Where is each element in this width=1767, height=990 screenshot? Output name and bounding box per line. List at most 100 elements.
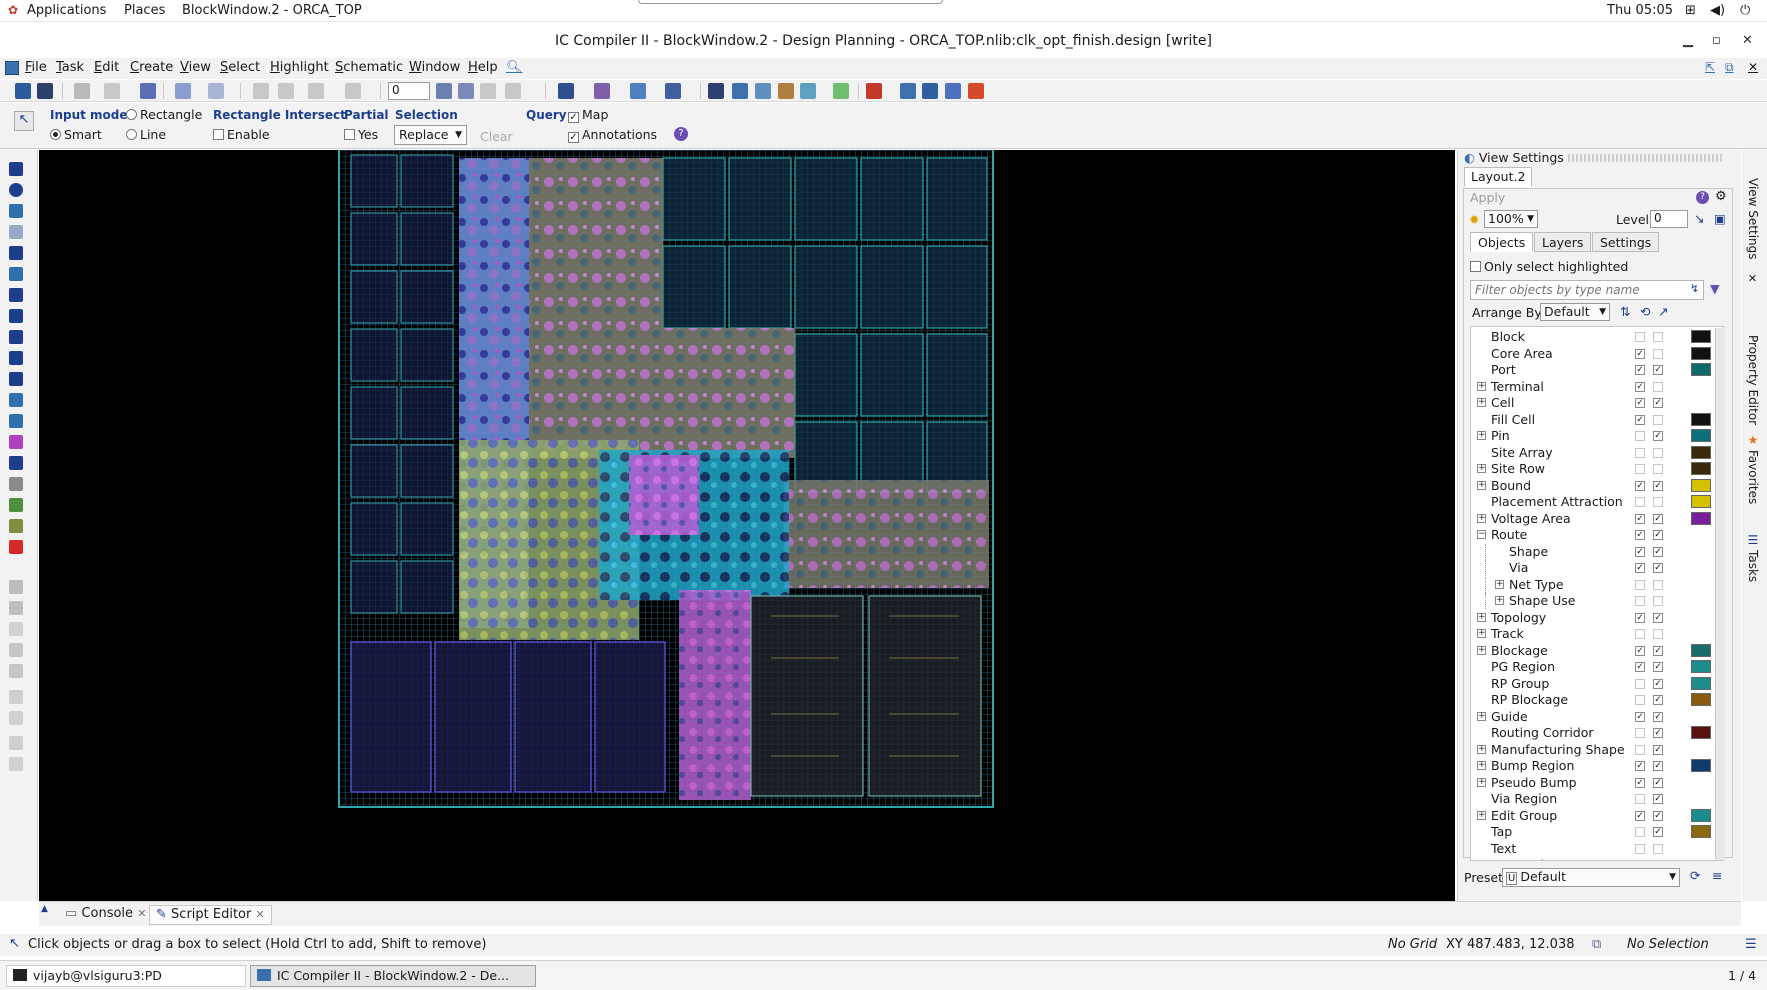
- expand-icon[interactable]: +: [1477, 744, 1486, 754]
- comment-icon[interactable]: [558, 83, 574, 99]
- error-browser-icon[interactable]: [968, 83, 984, 99]
- visible-checkbox[interactable]: [1635, 431, 1645, 441]
- color-swatch[interactable]: [1691, 643, 1711, 657]
- cursor-icon[interactable]: ↘: [1694, 211, 1704, 226]
- selectable-checkbox[interactable]: ✓: [1653, 513, 1663, 524]
- report-icon[interactable]: [900, 83, 916, 99]
- selectable-checkbox[interactable]: [1653, 414, 1663, 425]
- preset-menu-icon[interactable]: ≡: [1712, 868, 1722, 883]
- clear-filter-icon[interactable]: ↯: [1690, 282, 1699, 295]
- tree-row[interactable]: Via Region ✓: [1471, 791, 1721, 807]
- expand-icon[interactable]: +: [1477, 761, 1486, 770]
- color-swatch[interactable]: [1691, 660, 1711, 673]
- selectable-checkbox[interactable]: ✓: [1653, 431, 1663, 441]
- enable-checkbox[interactable]: Enable: [213, 127, 270, 142]
- visible-checkbox[interactable]: ✓: [1635, 662, 1645, 672]
- expand-icon[interactable]: +: [1477, 777, 1486, 787]
- selectable-checkbox[interactable]: ✓: [1653, 530, 1663, 540]
- tree-row[interactable]: + Manufacturing Shape ✓: [1471, 742, 1721, 758]
- expand-icon[interactable]: ↗: [1658, 304, 1668, 319]
- redo-icon[interactable]: [345, 83, 361, 99]
- copy-icon[interactable]: [9, 393, 23, 407]
- menu-select[interactable]: Select: [220, 60, 260, 75]
- visible-checkbox[interactable]: [1635, 843, 1645, 854]
- vtab-property-editor[interactable]: Property Editor: [1746, 335, 1760, 425]
- pencil-icon[interactable]: [9, 643, 23, 657]
- visible-checkbox[interactable]: [1635, 332, 1645, 342]
- tree-row[interactable]: + Net Type: [1471, 576, 1721, 593]
- tree-row[interactable]: + Topology ✓ ✓: [1471, 610, 1721, 626]
- reload-preset-icon[interactable]: ⟳: [1690, 868, 1700, 883]
- rect-select-icon[interactable]: [9, 225, 23, 239]
- network-icon[interactable]: ⊞: [1685, 3, 1696, 18]
- pin-icon[interactable]: [9, 372, 23, 386]
- visible-checkbox[interactable]: ✓: [1635, 480, 1645, 491]
- color-swatch[interactable]: [1691, 726, 1711, 739]
- tree-row[interactable]: + Bound ✓ ✓: [1471, 478, 1721, 494]
- expand-icon[interactable]: +: [1477, 810, 1486, 820]
- selectable-checkbox[interactable]: [1653, 464, 1663, 474]
- visible-checkbox[interactable]: [1635, 447, 1645, 458]
- task-list-icon[interactable]: [945, 83, 961, 99]
- filter-objects-input[interactable]: [1470, 280, 1704, 300]
- filter-icon[interactable]: ▼: [1710, 281, 1720, 296]
- delete-tool-icon[interactable]: [9, 540, 23, 554]
- applications-menu[interactable]: Applications: [27, 3, 106, 18]
- menu-edit[interactable]: Edit: [94, 60, 119, 75]
- brush-icon[interactable]: [9, 664, 23, 678]
- selectable-checkbox[interactable]: ✓: [1653, 645, 1663, 656]
- zoom-in-icon[interactable]: [208, 83, 224, 99]
- menu-highlight[interactable]: Highlight: [270, 60, 329, 75]
- places-menu[interactable]: Places: [124, 3, 165, 18]
- preset-select[interactable]: U Default ▼: [1502, 868, 1680, 887]
- selectable-checkbox[interactable]: [1653, 447, 1663, 458]
- edit-pen-icon[interactable]: [74, 83, 90, 99]
- help-icon[interactable]: ?: [674, 127, 688, 141]
- visible-checkbox[interactable]: ✓: [1635, 860, 1645, 861]
- selectable-checkbox[interactable]: ✓: [1653, 546, 1663, 557]
- tree-row[interactable]: + Site Row: [1471, 461, 1721, 477]
- array-icon[interactable]: [9, 456, 23, 470]
- align-icon[interactable]: [9, 288, 23, 302]
- tree-scrollbar[interactable]: [1715, 328, 1725, 860]
- menu-help[interactable]: Help: [468, 60, 498, 75]
- visible-checkbox[interactable]: ✓: [1635, 365, 1645, 375]
- color-swatch[interactable]: [1691, 478, 1711, 492]
- tree-row[interactable]: Port ✓ ✓: [1471, 362, 1721, 378]
- smart-radio[interactable]: Smart: [50, 127, 102, 142]
- grid-view-icon[interactable]: [732, 83, 748, 99]
- tree-row[interactable]: + Bump Region ✓ ✓: [1471, 758, 1721, 774]
- visible-checkbox[interactable]: ✓: [1635, 711, 1645, 722]
- line-radio[interactable]: Line: [126, 127, 166, 142]
- color-swatch[interactable]: [1691, 346, 1711, 360]
- layers-icon[interactable]: [9, 519, 23, 533]
- select-pointer-icon[interactable]: [9, 162, 23, 176]
- expand-icon[interactable]: +: [1477, 645, 1486, 655]
- selectable-checkbox[interactable]: ✓: [1653, 728, 1663, 738]
- visible-checkbox[interactable]: [1635, 744, 1645, 755]
- chart-icon[interactable]: [9, 498, 23, 512]
- script-editor-tab[interactable]: ✎ Script Editor ✕: [149, 905, 272, 925]
- activity-search-box[interactable]: [638, 0, 943, 4]
- menu-window[interactable]: Window: [409, 60, 460, 75]
- restore-pane-icon[interactable]: ⇱: [1705, 60, 1715, 74]
- visible-checkbox[interactable]: [1635, 794, 1645, 804]
- snap-status-icon[interactable]: ⧉: [1592, 937, 1601, 952]
- refresh-tree-icon[interactable]: ⟲: [1640, 304, 1650, 319]
- selectable-checkbox[interactable]: ✓: [1653, 365, 1663, 375]
- tree-row[interactable]: + Guide ✓ ✓: [1471, 709, 1721, 725]
- selectable-checkbox[interactable]: ✓: [1653, 777, 1663, 788]
- expand-icon[interactable]: +: [1477, 381, 1486, 391]
- block-icon[interactable]: [9, 477, 23, 491]
- visible-checkbox[interactable]: ✓: [1635, 530, 1645, 540]
- cell-browser-icon[interactable]: [800, 83, 816, 99]
- visible-checkbox[interactable]: [1635, 579, 1645, 590]
- zoom-area-icon[interactable]: [253, 83, 269, 99]
- volume-icon[interactable]: ◀): [1710, 3, 1725, 18]
- minimize-button[interactable]: ▁: [1683, 26, 1693, 56]
- visible-checkbox[interactable]: [1635, 596, 1645, 606]
- selectable-checkbox[interactable]: [1653, 596, 1663, 606]
- gear-icon[interactable]: ⚙: [1715, 189, 1727, 204]
- tree-row[interactable]: Placement Attraction: [1471, 494, 1721, 510]
- tree-row[interactable]: Shape ✓ ✓: [1471, 543, 1721, 560]
